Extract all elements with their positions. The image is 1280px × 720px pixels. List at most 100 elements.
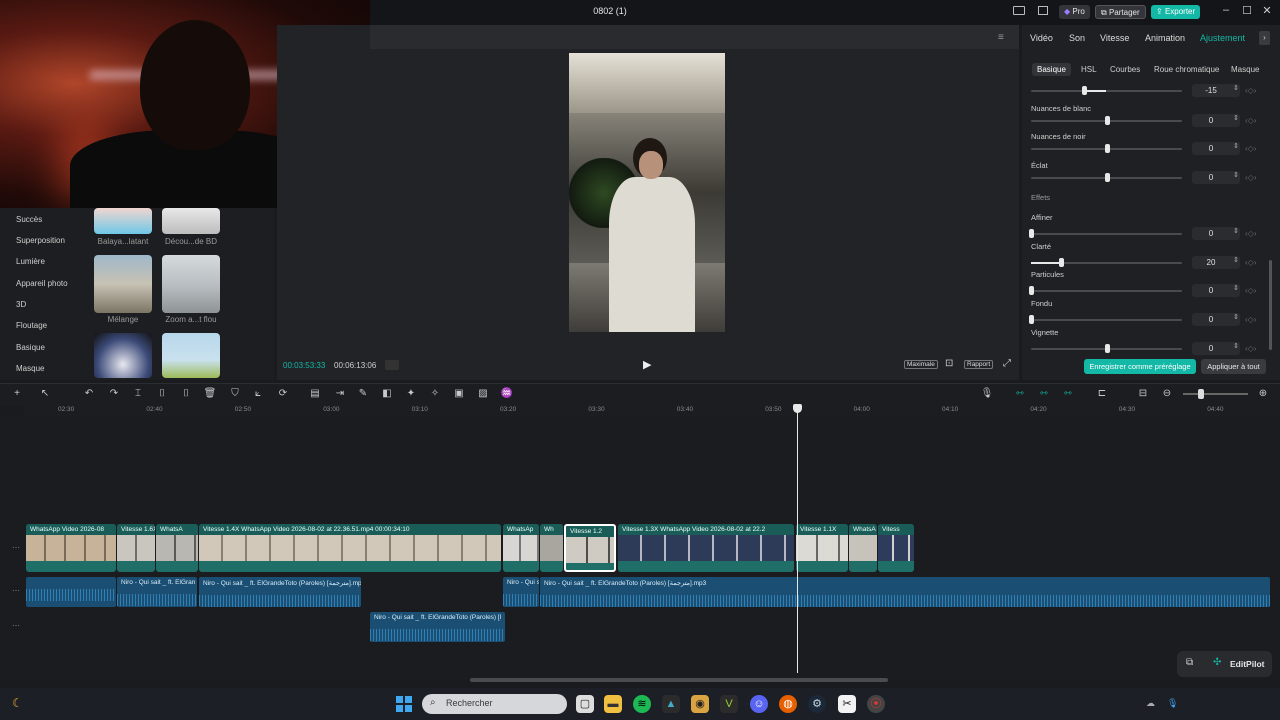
link-icon[interactable]: ⇿ [1013,388,1027,399]
transition-icon[interactable]: ⇥ [333,388,347,399]
screenshot-icon[interactable]: ⊡ [945,358,953,369]
keyframe-icon[interactable]: ‹◇› [1245,86,1256,95]
stepper-icon[interactable]: ⇕ [1233,342,1239,350]
timeline-ruler[interactable] [24,405,1280,417]
discord-icon[interactable]: ☺ [750,695,768,713]
image-icon[interactable]: ▨ [476,388,490,399]
spotify-icon[interactable]: ≋ [633,695,651,713]
app-icon-4[interactable]: ⦿ [867,695,885,713]
stepper-icon[interactable]: ⇕ [1233,142,1239,150]
slider-track-top[interactable] [1031,90,1182,92]
redo-icon[interactable]: ↷ [107,388,121,399]
stepper-icon[interactable]: ⇕ [1233,171,1239,179]
effect-thumb-balayage[interactable] [94,208,152,234]
audio-clip[interactable]: Niro - Qui s [503,577,539,607]
stepper-icon[interactable]: ⇕ [1233,227,1239,235]
subtab-roue-chromatique[interactable]: Roue chromatique [1149,63,1224,76]
audio-clip[interactable]: Niro - Qui sait _ ft. ElGrandeToto (Paro… [199,577,361,607]
audio-edit-icon[interactable]: ♒ [500,388,514,399]
editpilot-label[interactable]: EditPilot [1230,659,1264,669]
tab-ajustement[interactable]: Ajustement [1200,33,1245,43]
category-masque[interactable]: Masque [16,364,44,373]
category-3d[interactable]: 3D [16,300,26,309]
close-icon[interactable]: ✕ [1260,4,1274,17]
slider-track-fondu[interactable] [1031,319,1182,321]
chevron-right-icon[interactable]: › [1259,31,1270,45]
magnet-icon[interactable]: ⇿ [1061,388,1075,399]
play-icon[interactable]: ▶ [643,358,651,371]
category-succes[interactable]: Succès [16,215,42,224]
split-right-icon[interactable]: ⌷ [179,388,193,399]
tab-son[interactable]: Son [1069,33,1085,43]
network-icon[interactable]: ☁ [1146,698,1155,709]
app-icon-1[interactable]: ▲ [662,695,680,713]
keyframe-icon[interactable]: ‹◇› [1245,173,1256,182]
effect-thumb-5[interactable] [94,333,152,378]
split-left-icon[interactable]: ⌷ [155,388,169,399]
stepper-icon[interactable]: ⇕ [1233,84,1239,92]
playhead-handle[interactable] [793,404,802,413]
category-basique[interactable]: Basique [16,343,45,352]
category-lumiere[interactable]: Lumière [16,257,45,266]
audio-clip[interactable]: Niro - Qui sait _ ft. ElGrandeToto (Paro… [540,577,1270,607]
track-handle-icon[interactable]: ⋯ [12,586,20,595]
moon-icon[interactable]: ☾ [12,696,23,710]
stepper-icon[interactable]: ⇕ [1233,256,1239,264]
menu-icon[interactable]: ≡ [998,32,1004,43]
track-handle-icon[interactable]: ⋯ [12,621,20,630]
video-clip-selected[interactable]: Vitesse 1.2 [564,524,616,572]
freeze-icon[interactable]: ▤ [308,388,322,399]
shield-icon[interactable]: ⛉ [228,388,242,399]
video-clip[interactable]: Vitesse 1.6X [117,524,155,572]
video-clip[interactable]: WhatsA [156,524,198,572]
app-icon-3[interactable]: V [720,695,738,713]
keyframe-icon[interactable]: ‹◇› [1245,116,1256,125]
undo-icon[interactable]: ↶ [82,388,96,399]
subtab-masque[interactable]: Masque [1226,63,1264,76]
split-icon[interactable]: ⌶ [131,388,145,399]
keyframe-icon[interactable]: ‹◇› [1245,286,1256,295]
slider-knob-particules[interactable] [1029,286,1034,295]
mirror-icon[interactable]: ◧ [380,388,394,399]
video-clip[interactable]: Wh [540,524,563,572]
cursor-icon[interactable]: ↖ [38,388,52,399]
audio-clip[interactable]: Niro - Qui sait _ ft. ElGran [117,577,197,607]
keyframe-icon[interactable]: ‹◇› [1245,144,1256,153]
video-clip[interactable]: WhatsA [849,524,877,572]
slider-knob-clart-[interactable] [1059,258,1065,267]
speed-icon[interactable]: ⟳ [276,388,290,399]
slider-knob-fondu[interactable] [1029,315,1034,324]
zoom-slider[interactable] [1183,393,1248,395]
apply-all-button[interactable]: Appliquer à tout [1201,359,1266,374]
keyframe-icon[interactable]: ‹◇› [1245,229,1256,238]
capcut-icon[interactable]: ✂ [838,695,856,713]
effect-thumb-decoupage[interactable] [162,208,220,234]
waveform-icon[interactable] [385,360,399,370]
microphone-icon[interactable]: 🎙 [980,388,994,399]
slider-track-clart-[interactable] [1031,262,1182,264]
file-explorer-icon[interactable]: ▬ [604,695,622,713]
subtab-courbes[interactable]: Courbes [1105,63,1145,76]
app-icon-2[interactable]: ◉ [691,695,709,713]
tab-vitesse[interactable]: Vitesse [1100,33,1129,43]
caption-icon[interactable]: ⊟ [1136,388,1150,399]
video-clip[interactable]: WhatsAp [503,524,539,572]
pro-button[interactable]: ◆ Pro [1059,5,1090,19]
effect-thumb-6[interactable] [162,333,220,378]
subtab-basique[interactable]: Basique [1032,63,1071,76]
audio-clip[interactable] [26,577,116,607]
snap-icon[interactable]: ⇿ [1037,388,1051,399]
zoom-slider-knob[interactable] [1198,389,1204,399]
steam-icon[interactable]: ⚙ [808,695,826,713]
ratio-button[interactable]: Rapport [964,360,994,369]
delete-icon[interactable]: 🗑 [203,388,217,399]
tab-video[interactable]: Vidéo [1030,33,1053,43]
keyframe-icon[interactable]: ‹◇› [1245,344,1256,353]
screen-select-icon[interactable]: ⧉ [1186,657,1193,668]
category-appareil-photo[interactable]: Appareil photo [16,279,68,288]
slider-knob-affiner[interactable] [1029,229,1034,238]
video-clip[interactable]: Vitesse 1.3X WhatsApp Video 2026-08-02 a… [618,524,794,572]
video-preview[interactable] [569,53,725,332]
tab-animation[interactable]: Animation [1145,33,1185,43]
panel-icon[interactable] [1038,6,1048,15]
